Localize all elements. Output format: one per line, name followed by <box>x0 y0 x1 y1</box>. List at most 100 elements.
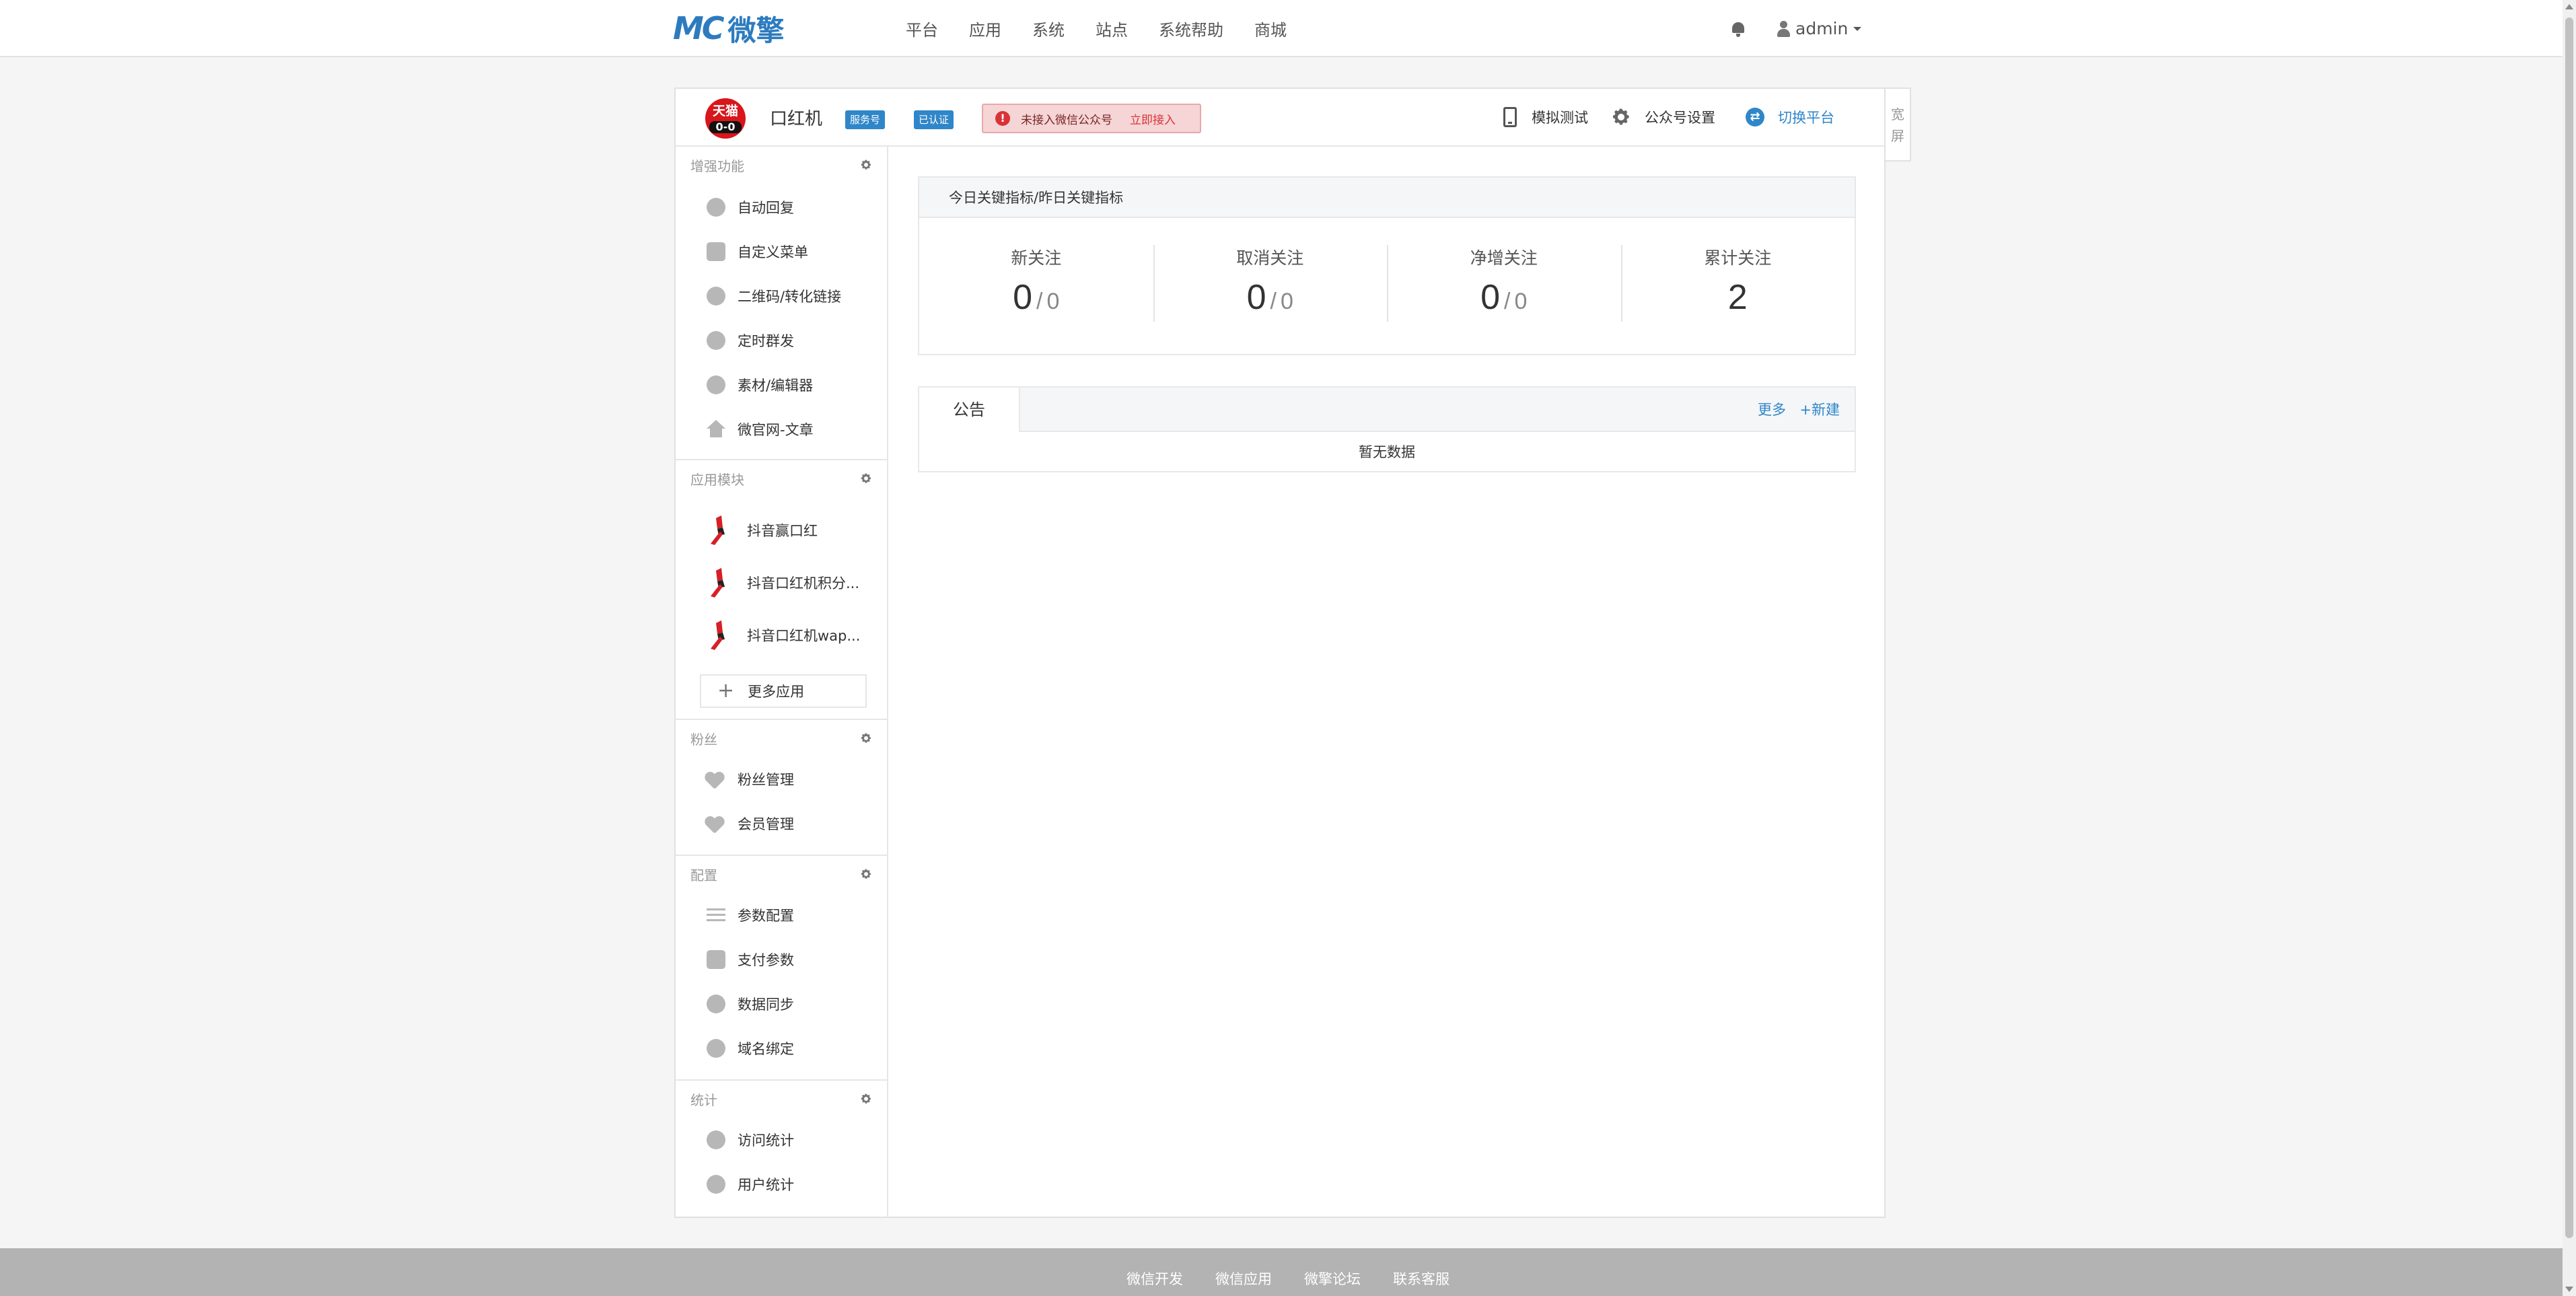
metrics-row: 新关注 0/0 取消关注 0/0 净增关注 0/0 累计关注 2 <box>919 218 1855 354</box>
sidebar-section-enhanced: 增强功能 <box>676 149 887 183</box>
footer-link-dev[interactable]: 微信开发 <box>1126 1268 1183 1296</box>
footer-link-forum[interactable]: 微擎论坛 <box>1304 1268 1361 1296</box>
sidebar-item-label: 自动回复 <box>738 200 794 216</box>
sidebar-item-payment[interactable]: 支付参数 <box>707 946 794 973</box>
metric-yesterday: 0 <box>1046 289 1060 314</box>
user-icon[interactable] <box>1777 20 1790 37</box>
footer-link-apps[interactable]: 微信应用 <box>1215 1268 1272 1296</box>
sidebar-item-label: 定时群发 <box>738 333 794 349</box>
sidebar-app-item-1[interactable]: 抖音赢口红 <box>707 514 818 546</box>
sidebar-item-scheduled-broadcast[interactable]: 定时群发 <box>707 327 794 354</box>
plus-icon: + <box>717 679 735 703</box>
sidebar-app-item-2[interactable]: 抖音口红机积分... <box>707 567 859 599</box>
sidebar-item-materials[interactable]: 素材/编辑器 <box>707 371 813 398</box>
lipstick-icon <box>711 568 725 598</box>
avatar-text: 天猫 <box>712 104 738 118</box>
sidebar-item-label: 访问统计 <box>738 1132 794 1149</box>
main-container: 天猫 0-0 口红机 服务号 已认证 ! 未接入微信公众号 立即接入 模拟测试 … <box>674 87 1886 1218</box>
sidebar-item-custom-menu[interactable]: 自定义菜单 <box>707 238 808 265</box>
key-metrics-panel: 今日关键指标/昨日关键指标 新关注 0/0 取消关注 0/0 净增关注 0/0 <box>918 176 1856 355</box>
more-apps-button[interactable]: + 更多应用 <box>700 674 867 708</box>
sidebar-item-label: 微官网-文章 <box>738 422 814 438</box>
sidebar-item-qrcode[interactable]: 二维码/转化链接 <box>707 283 841 310</box>
switch-platform-label: 切换平台 <box>1778 110 1834 126</box>
simulate-test-button[interactable]: 模拟测试 <box>1503 104 1588 131</box>
metric-net-follow: 净增关注 0/0 <box>1387 218 1621 354</box>
gear-icon[interactable] <box>860 159 872 171</box>
sidebar-item-params[interactable]: 参数配置 <box>707 902 794 929</box>
metric-unfollow: 取消关注 0/0 <box>1153 218 1388 354</box>
metric-separator: / <box>1036 289 1043 314</box>
section-divider <box>676 719 887 720</box>
logo-mark: MC <box>673 10 725 46</box>
switch-platform-button[interactable]: ⇄ 切换平台 <box>1746 104 1834 131</box>
sidebar-item-label: 数据同步 <box>738 997 794 1013</box>
account-settings-button[interactable]: 公众号设置 <box>1611 104 1715 131</box>
user-menu[interactable]: admin <box>1795 19 1848 38</box>
section-title: 统计 <box>690 1092 717 1108</box>
tab-notice[interactable]: 公告 <box>918 386 1020 432</box>
metric-today: 0 <box>1246 278 1266 317</box>
sidebar-item-user-stats[interactable]: 用户统计 <box>707 1171 794 1198</box>
bell-icon[interactable] <box>1729 20 1747 38</box>
nav-item-help[interactable]: 系统帮助 <box>1159 17 1223 40</box>
gear-icon <box>1613 108 1629 125</box>
metric-label: 累计关注 <box>1704 248 1772 268</box>
sidebar-item-fans-manage[interactable]: 粉丝管理 <box>707 766 794 793</box>
chat-bubble-icon <box>707 198 725 217</box>
metric-separator: / <box>1504 289 1511 314</box>
wallet-icon <box>707 950 725 969</box>
badge-service: 服务号 <box>845 110 886 129</box>
chevron-down-icon[interactable] <box>1853 26 1862 31</box>
connect-now-link[interactable]: 立即接入 <box>1130 110 1176 127</box>
gear-icon[interactable] <box>860 732 872 744</box>
footer-link-support[interactable]: 联系客服 <box>1393 1268 1450 1296</box>
metric-yesterday: 0 <box>1280 289 1293 314</box>
globe-icon <box>707 1039 725 1058</box>
metric-value: 0/0 <box>1387 277 1621 318</box>
page-scrollbar[interactable] <box>2563 0 2576 1296</box>
gear-icon[interactable] <box>860 1093 872 1105</box>
sidebar-item-domain[interactable]: 域名绑定 <box>707 1035 794 1062</box>
sidebar-item-auto-reply[interactable]: 自动回复 <box>707 194 794 221</box>
heart-icon <box>707 814 725 833</box>
sidebar-item-data-sync[interactable]: 数据同步 <box>707 991 794 1017</box>
metric-label: 取消关注 <box>1236 248 1304 268</box>
nav-item-site[interactable]: 站点 <box>1096 17 1128 40</box>
scroll-down-arrow-icon[interactable] <box>2565 1287 2573 1292</box>
nav-item-platform[interactable]: 平台 <box>906 17 938 40</box>
sidebar-item-members[interactable]: 会员管理 <box>707 810 794 837</box>
sidebar-item-label: 抖音口红机积分... <box>747 575 860 591</box>
sidebar-item-label: 二维码/转化链接 <box>738 289 842 305</box>
more-apps-label: 更多应用 <box>748 684 805 700</box>
metric-label: 新关注 <box>1011 248 1062 268</box>
nav-item-store[interactable]: 商城 <box>1254 17 1287 40</box>
notice-panel: 公告 更多 +新建 暂无数据 <box>918 386 1856 472</box>
account-settings-label: 公众号设置 <box>1645 110 1715 126</box>
sidebar-item-label: 自定义菜单 <box>738 244 808 260</box>
notice-more-link[interactable]: 更多 <box>1758 388 1786 432</box>
wide-screen-toggle[interactable]: 宽 屏 <box>1886 87 1911 161</box>
lipstick-icon <box>711 515 725 545</box>
nav-item-apps[interactable]: 应用 <box>969 17 1001 40</box>
scroll-up-arrow-icon[interactable] <box>2565 4 2573 9</box>
wide-screen-char: 屏 <box>1891 128 1904 144</box>
sidebar-item-label: 抖音赢口红 <box>747 523 818 539</box>
sidebar-item-micro-site[interactable]: 微官网-文章 <box>707 416 814 443</box>
account-name: 口红机 <box>770 109 823 129</box>
nav-item-system[interactable]: 系统 <box>1032 17 1065 40</box>
notice-new-link[interactable]: +新建 <box>1799 388 1840 432</box>
gear-icon[interactable] <box>860 868 872 880</box>
brand-logo[interactable]: MC 微擎 <box>673 10 785 47</box>
metric-label: 净增关注 <box>1470 248 1538 268</box>
section-divider <box>676 459 887 460</box>
sidebar-item-visit-stats[interactable]: 访问统计 <box>707 1126 794 1153</box>
sidebar-item-label: 用户统计 <box>738 1177 794 1193</box>
sidebar-item-label: 域名绑定 <box>738 1041 794 1057</box>
section-divider <box>676 1079 887 1081</box>
sidebar-app-item-3[interactable]: 抖音口红机wap... <box>707 619 860 651</box>
user-area: admin <box>1729 0 1862 57</box>
gear-icon[interactable] <box>860 472 872 484</box>
scroll-thumb[interactable] <box>2565 17 2573 1238</box>
sidebar-item-label: 支付参数 <box>738 952 794 968</box>
